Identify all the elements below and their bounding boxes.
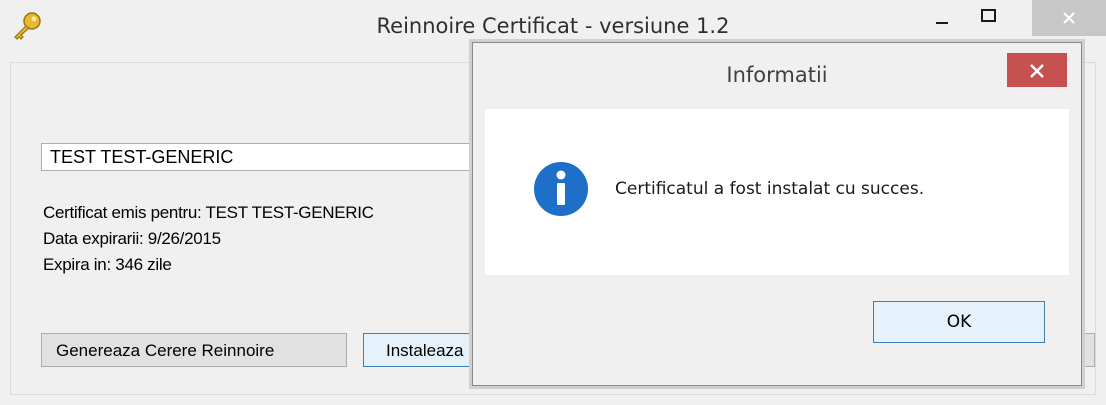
expires-in-label: Expira in: 346 zile — [43, 255, 172, 274]
generate-request-button[interactable]: Genereaza Cerere Reinnoire — [41, 333, 347, 367]
minimize-icon[interactable] — [920, 0, 964, 36]
maximize-icon[interactable] — [966, 0, 1010, 36]
expiry-date-label: Data expirarii: 9/26/2015 — [43, 229, 221, 248]
info-dialog: Informatii Certificatul a fost instalat … — [472, 42, 1082, 386]
close-icon[interactable] — [1032, 0, 1106, 36]
dialog-title: Informatii — [726, 63, 828, 87]
info-icon — [534, 162, 588, 216]
ok-button[interactable]: OK — [873, 301, 1045, 343]
dialog-message: Certificatul a fost instalat cu succes. — [615, 179, 925, 199]
dialog-body: Certificatul a fost instalat cu succes. — [485, 109, 1069, 275]
issued-for-label: Certificat emis pentru: TEST TEST-GENERI… — [43, 203, 374, 222]
dialog-titlebar: Informatii — [473, 43, 1081, 109]
dialog-close-icon[interactable] — [1007, 53, 1067, 87]
